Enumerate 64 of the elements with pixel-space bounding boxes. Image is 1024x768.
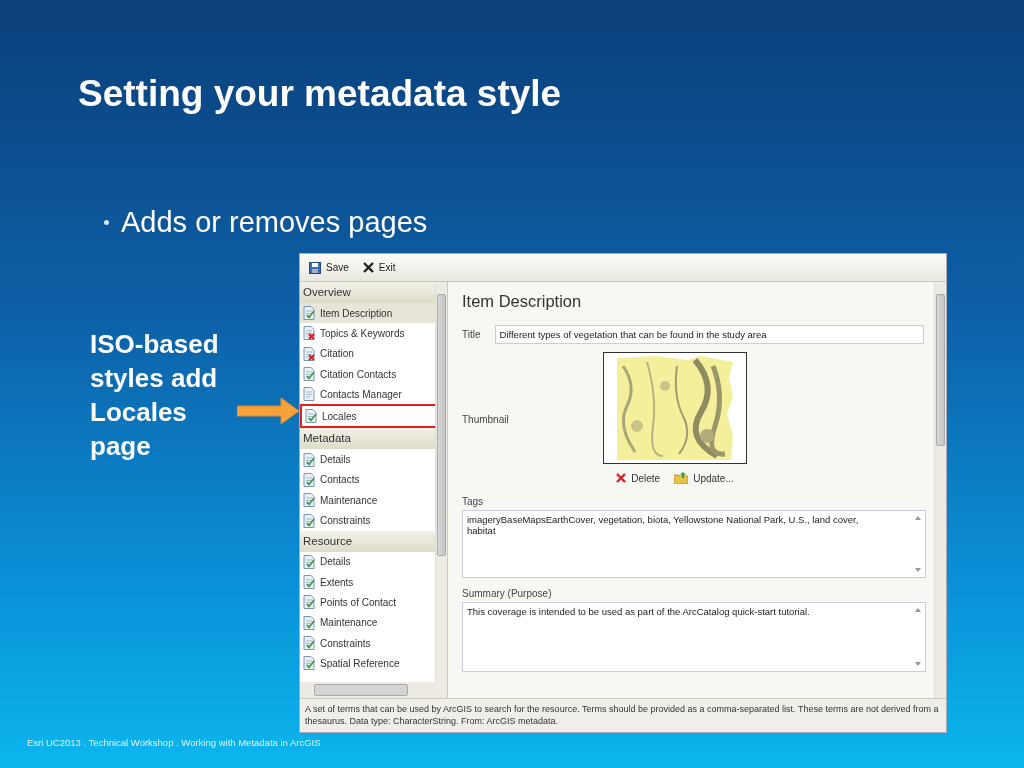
document-check-icon bbox=[303, 554, 316, 569]
document-check-icon bbox=[303, 452, 316, 467]
sidebar-item[interactable]: Topics & Keywords bbox=[300, 323, 435, 344]
delete-icon bbox=[616, 473, 627, 483]
document-check-icon bbox=[303, 306, 316, 321]
sidebar-item[interactable]: Item Description bbox=[300, 303, 435, 324]
sidebar-item[interactable]: Spatial Reference bbox=[300, 653, 435, 674]
tags-field[interactable]: imageryBaseMapsEarthCover, vegetation, biota, Yellowstone National Park, U.S., land cover, habitat bbox=[462, 510, 926, 578]
document-check-icon bbox=[305, 409, 318, 424]
document-check-icon bbox=[303, 513, 316, 528]
document-check-icon bbox=[303, 656, 316, 671]
section-heading: Item Description bbox=[462, 292, 582, 311]
document-check-icon bbox=[303, 493, 316, 508]
sidebar-item[interactable]: Citation Contacts bbox=[300, 363, 435, 385]
field-label: Tags bbox=[462, 496, 484, 507]
summary-field[interactable]: This coverage is intended to be used as part of the ArcCatalog quick-start tutorial. bbox=[462, 602, 926, 672]
sidebar-item[interactable]: Contacts Manager bbox=[300, 384, 435, 405]
sidebar-item[interactable]: Constraints bbox=[300, 510, 435, 531]
bullet-text: Adds or removes pages bbox=[121, 205, 428, 239]
sidebar-item[interactable]: Citation bbox=[300, 343, 435, 364]
scroll-down-icon[interactable] bbox=[915, 662, 921, 666]
document-check-icon bbox=[303, 615, 316, 630]
scrollbar[interactable] bbox=[435, 282, 447, 682]
slide-title: Setting your metadata style bbox=[78, 72, 562, 116]
sidebar-item[interactable]: Contacts bbox=[300, 469, 435, 491]
sidebar-item[interactable]: Maintenance bbox=[300, 490, 435, 511]
scroll-up-icon[interactable] bbox=[915, 516, 921, 520]
callout-text: ISO-based styles add Locales page bbox=[90, 328, 220, 463]
footer-text: Esri UC2013 . Technical Workshop . Working with Metadata in ArcGIS bbox=[27, 737, 321, 748]
horizontal-scrollbar[interactable] bbox=[300, 682, 447, 698]
field-label: Thumbnail bbox=[462, 413, 510, 425]
sidebar-item[interactable]: Details bbox=[300, 449, 435, 470]
document-error-icon bbox=[303, 326, 316, 341]
status-bar: A set of terms that can be used by ArcGIS to search for the resource. Terms should be provided as a comma-separated list. These terms are not derived from a thesaurus. Data type: CharacterString. From: ArcGIS metadata. bbox=[300, 698, 946, 732]
sidebar-item[interactable]: Details bbox=[300, 551, 435, 572]
title-field[interactable]: Different types of vegetation that can be found in the study area bbox=[494, 325, 924, 344]
folder-icon bbox=[674, 472, 689, 484]
document-check-icon bbox=[303, 595, 316, 610]
sidebar-item[interactable]: Extents bbox=[300, 571, 435, 593]
sidebar-item[interactable]: Points of Contact bbox=[300, 592, 435, 613]
document-icon bbox=[303, 387, 316, 402]
save-button[interactable]: Save bbox=[306, 259, 352, 276]
document-check-icon bbox=[303, 575, 316, 590]
group-header[interactable]: Metadata bbox=[300, 428, 435, 450]
document-check-icon bbox=[303, 472, 316, 487]
document-check-icon bbox=[303, 367, 316, 382]
update-button[interactable]: Update... bbox=[672, 470, 736, 486]
exit-button[interactable]: Exit bbox=[359, 260, 399, 275]
document-error-icon bbox=[303, 346, 316, 361]
sidebar-item[interactable]: Locales bbox=[300, 404, 435, 429]
field-label: Title bbox=[462, 329, 481, 340]
group-header[interactable]: Resource bbox=[300, 530, 435, 552]
sidebar-item[interactable]: Maintenance bbox=[300, 612, 435, 633]
field-label: Summary (Purpose) bbox=[462, 588, 552, 599]
document-check-icon bbox=[303, 636, 316, 650]
arrow-icon bbox=[237, 397, 299, 425]
group-header[interactable]: Overview bbox=[300, 282, 435, 303]
sidebar-item[interactable]: Constraints bbox=[300, 632, 435, 654]
scroll-down-icon[interactable] bbox=[915, 568, 921, 572]
scrollbar[interactable] bbox=[934, 282, 946, 698]
bullet-icon bbox=[104, 219, 109, 225]
scroll-up-icon[interactable] bbox=[915, 608, 921, 612]
close-icon bbox=[362, 262, 374, 273]
delete-button[interactable]: Delete bbox=[614, 470, 663, 486]
